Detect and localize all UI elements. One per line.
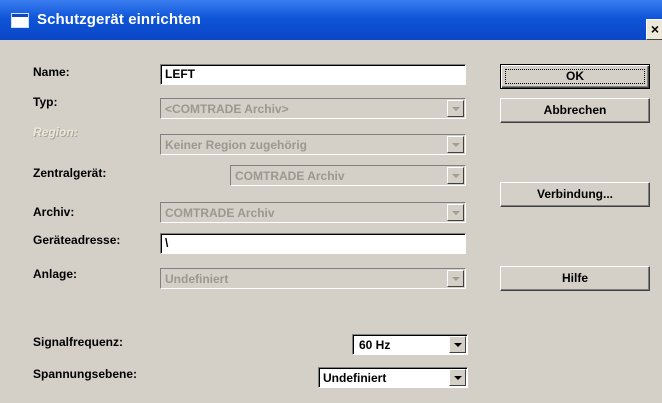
signalfrequenz-value: 60 Hz bbox=[359, 338, 391, 352]
help-button[interactable]: Hilfe bbox=[500, 266, 650, 291]
zentralgeraet-select: COMTRADE Archiv bbox=[230, 165, 466, 186]
title-bar[interactable]: Schutzgerät einrichten bbox=[0, 0, 662, 40]
anlage-select: Undefiniert bbox=[160, 268, 466, 289]
dialog-body: Name: LEFT Typ: <COMTRADE Archiv> Region… bbox=[0, 40, 662, 403]
archiv-value: COMTRADE Archiv bbox=[165, 206, 275, 220]
signalfrequenz-select[interactable]: 60 Hz bbox=[352, 334, 468, 355]
name-input[interactable]: LEFT bbox=[160, 64, 466, 85]
window-title: Schutzgerät einrichten bbox=[37, 11, 201, 28]
typ-label: Typ: bbox=[33, 95, 58, 109]
zentralgeraet-value: COMTRADE Archiv bbox=[235, 169, 345, 183]
archiv-select: COMTRADE Archiv bbox=[160, 202, 466, 223]
archiv-label: Archiv: bbox=[33, 205, 75, 219]
chevron-down-icon bbox=[447, 100, 464, 117]
name-label: Name: bbox=[33, 65, 70, 79]
chevron-down-icon bbox=[447, 270, 464, 287]
spannungsebene-value: Undefiniert bbox=[323, 371, 387, 385]
typ-select: <COMTRADE Archiv> bbox=[160, 98, 466, 119]
geraeteadresse-input[interactable]: \ bbox=[160, 233, 466, 254]
chevron-down-icon[interactable] bbox=[449, 336, 466, 353]
geraeteadresse-label: Geräteadresse: bbox=[33, 233, 121, 247]
window-icon bbox=[11, 13, 29, 28]
cancel-button[interactable]: Abbrechen bbox=[500, 98, 650, 123]
anlage-value: Undefiniert bbox=[165, 272, 229, 286]
region-value: Keiner Region zugehörig bbox=[165, 138, 308, 152]
region-select: Keiner Region zugehörig bbox=[160, 134, 466, 155]
close-button[interactable]: × bbox=[646, 19, 662, 40]
chevron-down-icon bbox=[447, 167, 464, 184]
chevron-down-icon bbox=[447, 136, 464, 153]
typ-value: <COMTRADE Archiv> bbox=[165, 102, 289, 116]
spannungsebene-label: Spannungsebene: bbox=[33, 367, 138, 381]
region-label: Region: bbox=[33, 125, 78, 139]
chevron-down-icon[interactable] bbox=[449, 369, 466, 386]
anlage-label: Anlage: bbox=[33, 267, 78, 281]
spannungsebene-select[interactable]: Undefiniert bbox=[318, 367, 468, 388]
chevron-down-icon bbox=[447, 204, 464, 221]
signalfrequenz-label: Signalfrequenz: bbox=[33, 335, 124, 349]
zentralgeraet-label: Zentralgerät: bbox=[33, 166, 107, 180]
connection-button[interactable]: Verbindung... bbox=[500, 182, 650, 207]
ok-button[interactable]: OK bbox=[500, 64, 650, 89]
